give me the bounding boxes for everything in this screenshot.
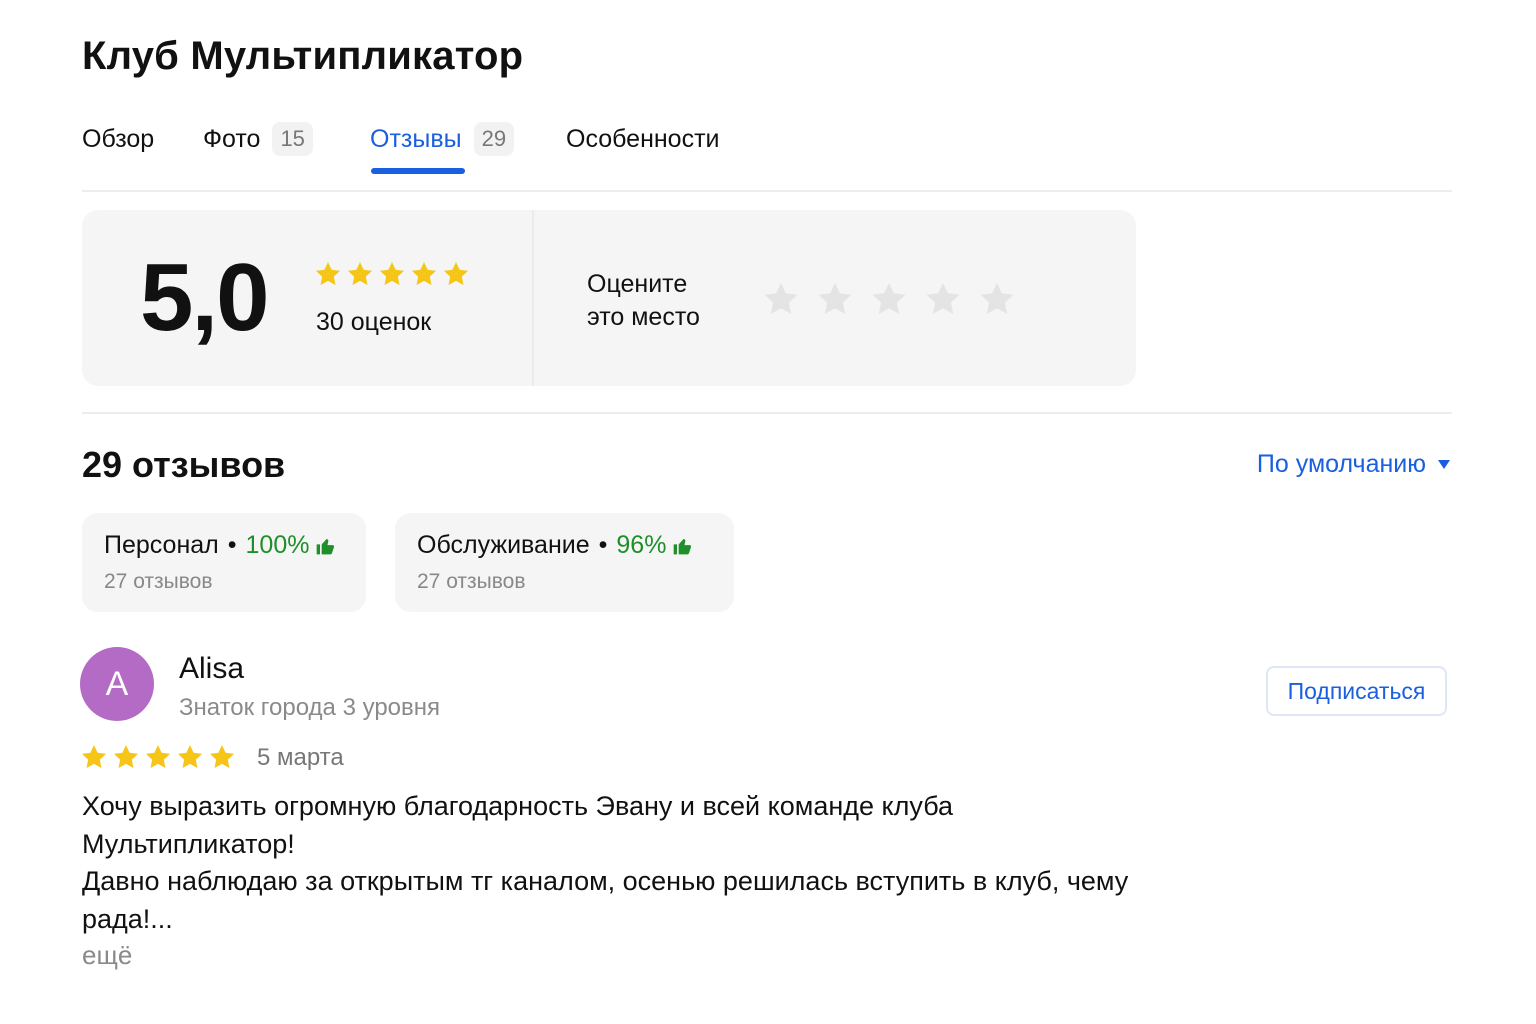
subscribe-button[interactable]: Подписаться xyxy=(1266,666,1447,716)
aspect-chip-staff[interactable]: Персонал • 100% 27 отзывов xyxy=(82,513,366,612)
rating-summary-card: 5,0 30 оценок Оцените это место xyxy=(82,210,1136,386)
review-text-line: Хочу выразить огромную благодарность Эва… xyxy=(82,791,954,821)
thumbs-up-icon xyxy=(317,538,335,554)
star-icon xyxy=(177,745,203,768)
review-text: Хочу выразить огромную благодарность Эва… xyxy=(82,788,1212,938)
tab-photos[interactable]: Фото 15 xyxy=(203,118,313,160)
star-icon[interactable] xyxy=(870,280,908,318)
rate-prompt: Оцените это место xyxy=(587,268,700,334)
review-author-name[interactable]: Alisa xyxy=(179,652,244,686)
review-date: 5 марта xyxy=(257,744,344,771)
tabs-divider xyxy=(82,190,1452,192)
aspect-name: Обслуживание xyxy=(417,531,590,559)
tab-features[interactable]: Особенности xyxy=(566,118,720,160)
aspect-separator-dot: • xyxy=(598,531,608,559)
tab-photos-count: 15 xyxy=(272,122,313,156)
star-icon[interactable] xyxy=(978,280,1016,318)
rate-prompt-line1: Оцените xyxy=(587,270,688,298)
reviews-count-heading: 29 отзывов xyxy=(82,444,286,485)
star-icon[interactable] xyxy=(924,280,962,318)
star-icon xyxy=(315,262,341,285)
star-icon xyxy=(113,745,139,768)
review-text-line: Давно наблюдаю за открытым тг каналом, о… xyxy=(82,866,1129,896)
aspect-count: 27 отзывов xyxy=(417,570,526,593)
average-score: 5,0 xyxy=(140,244,269,351)
review-stars xyxy=(80,743,236,771)
tab-overview[interactable]: Обзор xyxy=(82,118,154,160)
summary-divider xyxy=(82,412,1452,414)
aspect-percent: 100% xyxy=(245,531,310,559)
star-icon xyxy=(209,745,235,768)
average-stars xyxy=(314,260,470,288)
rate-prompt-line2: это место xyxy=(587,303,700,331)
page-title: Клуб Мультипликатор xyxy=(82,34,524,78)
active-tab-indicator xyxy=(371,168,465,174)
star-icon[interactable] xyxy=(816,280,854,318)
star-icon xyxy=(379,262,405,285)
tab-reviews-count: 29 xyxy=(473,122,515,156)
read-more-link[interactable]: ещё xyxy=(82,940,132,971)
ratings-count: 30 оценок xyxy=(316,308,432,336)
review-author-level: Знаток города 3 уровня xyxy=(179,694,441,721)
aspect-percent: 96% xyxy=(616,531,667,559)
star-icon xyxy=(145,745,171,768)
thumbs-up-icon xyxy=(674,538,692,554)
review-text-line: рада!... xyxy=(82,903,173,934)
sort-dropdown[interactable]: По умолчанию xyxy=(1257,450,1450,479)
star-icon[interactable] xyxy=(762,280,800,318)
star-icon xyxy=(411,262,437,285)
tab-features-label: Особенности xyxy=(566,124,720,153)
avatar[interactable]: A xyxy=(80,647,154,721)
aspect-name: Персонал xyxy=(104,531,219,559)
aspect-chip-service[interactable]: Обслуживание • 96% 27 отзывов xyxy=(395,513,734,612)
tab-overview-label: Обзор xyxy=(82,124,155,153)
star-icon xyxy=(347,262,373,285)
tab-reviews-label: Отзывы xyxy=(370,124,462,153)
rate-stars-input[interactable] xyxy=(762,280,1016,318)
aspect-count: 27 отзывов xyxy=(104,570,213,593)
aspect-separator-dot: • xyxy=(227,531,237,559)
sort-label: По умолчанию xyxy=(1256,450,1426,478)
tab-photos-label: Фото xyxy=(203,124,261,153)
review-text-line: Мультипликатор! xyxy=(82,828,295,859)
tab-reviews[interactable]: Отзывы 29 xyxy=(370,118,515,160)
caret-down-icon xyxy=(1438,460,1450,469)
star-icon xyxy=(443,262,469,285)
rating-card-separator xyxy=(532,210,534,386)
star-icon xyxy=(81,745,107,768)
